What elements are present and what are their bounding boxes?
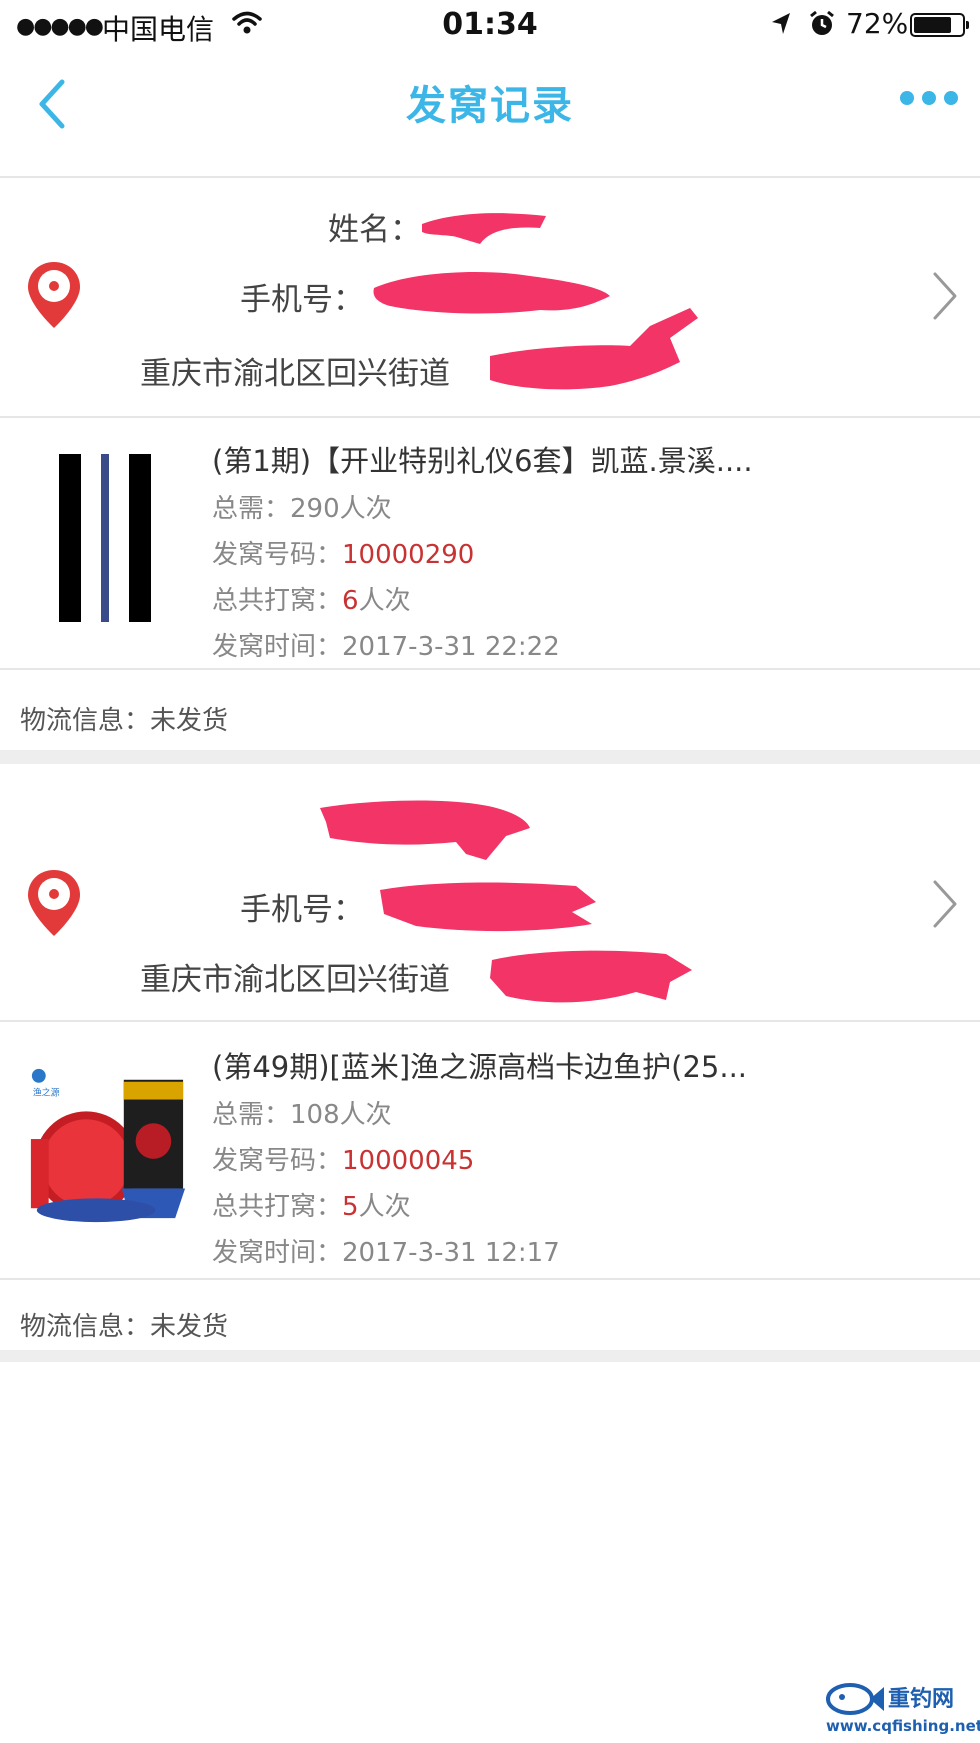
issue-number: 发窝号码：10000290 — [212, 540, 475, 570]
battery-percent: 72% — [846, 7, 909, 40]
issue-number: 发窝号码：10000045 — [212, 1146, 475, 1176]
location-arrow-icon — [768, 10, 794, 42]
redaction-mark — [422, 213, 546, 244]
address-row[interactable]: 姓名： 手机号： 重庆市渝北区回兴街道 — [0, 178, 980, 418]
total-needed: 总需：108人次 — [212, 1100, 392, 1130]
phone-label: 手机号： — [240, 282, 364, 318]
product-item[interactable]: 渔之源 (第49期)[蓝米]渔之源高档卡边鱼护(25... 总需：108人次 发… — [0, 1022, 980, 1280]
section-divider — [0, 1350, 980, 1362]
redaction-mark — [380, 882, 596, 932]
redaction-mark — [490, 950, 692, 1003]
phone-label: 手机号： — [240, 892, 364, 928]
product-thumbnail: 渔之源 — [30, 1068, 186, 1223]
logistics-status: 物流信息：未发货 — [20, 1312, 229, 1342]
issue-time: 发窝时间：2017-3-31 22:22 — [212, 632, 560, 662]
location-pin-icon — [28, 870, 80, 936]
battery-icon — [910, 13, 969, 37]
status-bar: ●●●●● 中国电信 01:34 72% — [0, 0, 980, 52]
name-label: 姓名： — [328, 212, 421, 248]
redaction-mark — [320, 800, 530, 860]
chevron-right-icon — [933, 880, 957, 928]
issue-time: 发窝时间：2017-3-31 12:17 — [212, 1238, 560, 1268]
address-row[interactable]: 手机号： 重庆市渝北区回兴街道 — [0, 782, 980, 1022]
redaction-mark — [490, 308, 698, 390]
total-hits: 总共打窝：5人次 — [212, 1192, 411, 1222]
location-pin-icon — [28, 262, 80, 328]
more-button[interactable] — [898, 88, 960, 112]
product-title: (第49期)[蓝米]渔之源高档卡边鱼护(25... — [212, 1050, 748, 1084]
street-address: 重庆市渝北区回兴街道 — [140, 962, 450, 998]
watermark-brand: 重钓网 — [888, 1687, 955, 1712]
street-address: 重庆市渝北区回兴街道 — [140, 356, 450, 392]
total-needed: 总需：290人次 — [212, 494, 392, 524]
fish-logo-icon — [826, 1683, 884, 1715]
section-divider — [0, 750, 980, 764]
more-dots-icon — [900, 91, 958, 105]
nav-bar: 发窝记录 — [0, 52, 980, 178]
total-hits: 总共打窝：6人次 — [212, 586, 411, 616]
watermark-url: www.cqfishing.net — [826, 1717, 980, 1735]
chevron-right-icon — [933, 272, 957, 320]
page-title: 发窝记录 — [406, 83, 574, 129]
product-item[interactable]: (第1期)【开业特别礼仪6套】凯蓝.景溪.... 总需：290人次 发窝号码：1… — [0, 418, 980, 670]
alarm-icon — [807, 9, 837, 43]
svg-text:渔之源: 渔之源 — [33, 1087, 60, 1099]
product-thumbnail — [59, 454, 151, 622]
product-title: (第1期)【开业特别礼仪6套】凯蓝.景溪.... — [212, 444, 753, 478]
logistics-status: 物流信息：未发货 — [20, 706, 229, 736]
watermark: 重钓网 www.cqfishing.net — [822, 1677, 980, 1743]
